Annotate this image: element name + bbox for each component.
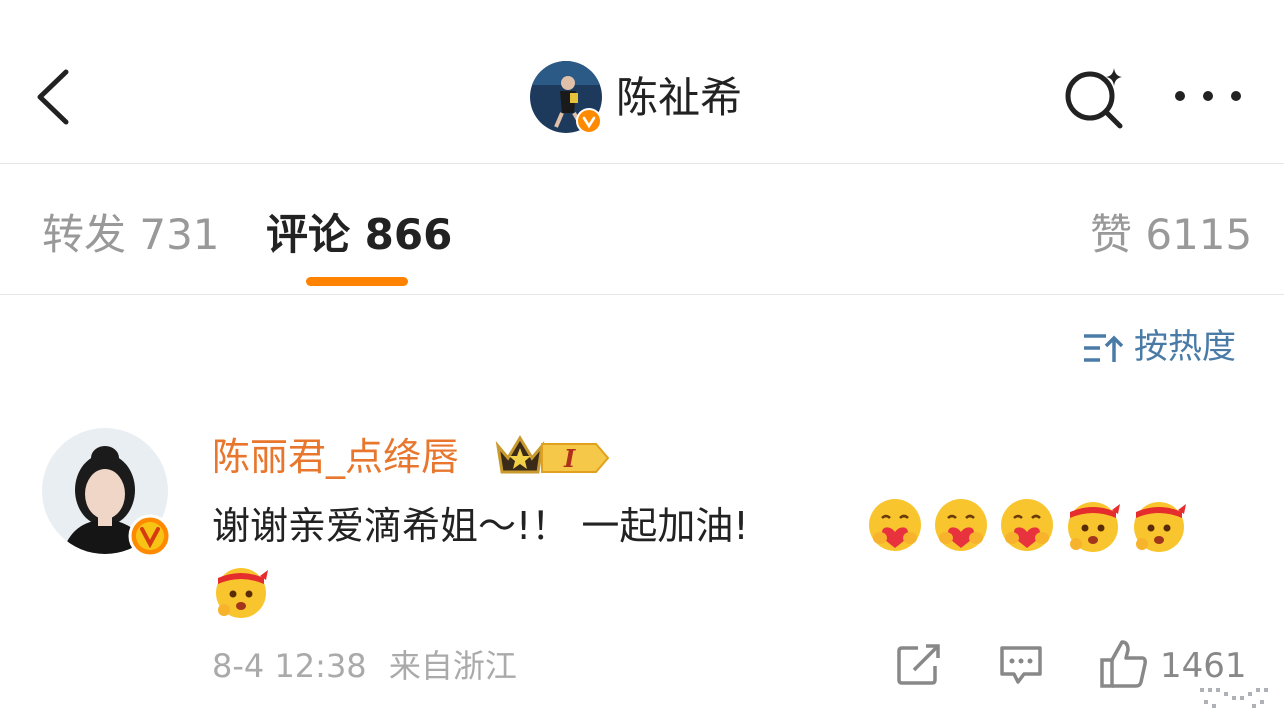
verified-v-icon xyxy=(128,514,172,558)
fighting-emoji xyxy=(1134,502,1186,552)
comment-text: 谢谢亲爱滴希姐～!！ 一起加油! xyxy=(212,504,749,548)
fighting-emoji xyxy=(216,568,268,618)
hug-emoji xyxy=(869,499,921,551)
sort-icon xyxy=(1084,334,1124,362)
tab-like[interactable]: 赞 6115 xyxy=(1090,209,1252,261)
search-sparkle-icon[interactable] xyxy=(1060,64,1130,130)
tab-comment[interactable]: 评论 866 xyxy=(266,209,452,261)
author-name[interactable]: 陈祉希 xyxy=(616,70,742,126)
chevron-left-icon[interactable] xyxy=(28,62,78,132)
more-dots-icon[interactable] xyxy=(1170,78,1246,114)
crown-icon xyxy=(495,435,545,474)
weibo-watermark-icon xyxy=(1200,688,1268,708)
comment-location: 来自浙江 xyxy=(388,647,517,685)
repost-icon[interactable] xyxy=(896,644,942,686)
hug-emoji xyxy=(935,499,987,551)
svg-text:I: I xyxy=(563,444,576,473)
tab-bar: 转发 731 评论 866 赞 6115 xyxy=(0,164,1284,295)
comment-timestamp: 8-4 12:38 xyxy=(212,647,367,685)
comment-meta: 8-4 12:38 来自浙江 xyxy=(212,644,517,688)
fighting-emoji xyxy=(1068,502,1120,552)
top-nav-bar: 陈祉希 xyxy=(0,0,1284,164)
active-tab-indicator xyxy=(306,277,408,286)
commenter-name[interactable]: 陈丽君_点绛唇 xyxy=(212,432,459,482)
hug-emoji xyxy=(1001,499,1053,551)
level-badge: I xyxy=(541,443,610,473)
like-thumb-icon[interactable] xyxy=(1098,638,1150,690)
tab-repost[interactable]: 转发 731 xyxy=(42,209,220,261)
comment-icon[interactable] xyxy=(998,644,1044,686)
sort-label: 按热度 xyxy=(1134,327,1236,367)
verified-v-icon xyxy=(576,108,602,134)
